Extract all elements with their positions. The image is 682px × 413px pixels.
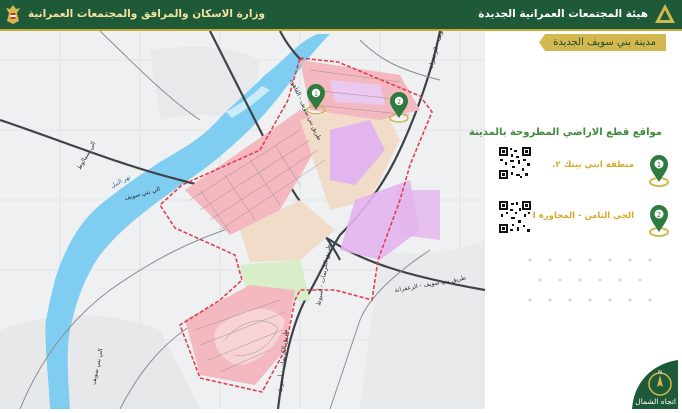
city-map[interactable]: طريق بني سويف - الزعفرانة طريق بني سويف … [0,31,485,409]
location-1-pin-icon: 1 [649,155,669,187]
ministry-block: وزارة الاسكان والمرافق والمجتمعات العمرا… [4,3,265,25]
authority-logo-icon [655,4,675,23]
authority-name: هيئة المجتمعات العمرانية الجديدة [478,8,648,20]
compass-caption: اتجاه الشمال [635,397,676,406]
decorative-dot-pattern [528,258,652,302]
location-1-number: 1 [657,161,661,169]
header-bar: وزارة الاسكان والمرافق والمجتمعات العمرا… [0,0,682,31]
location-1-label[interactable]: منطقة ابني بيتك ٢. [552,160,634,170]
location-1-qr-code-icon[interactable] [498,146,532,180]
eagle-emblem-icon [6,5,20,24]
location-2-number: 2 [657,211,661,219]
map-marker-2-number: 2 [397,99,401,106]
location-2-qr-code-icon[interactable] [498,200,532,234]
authority-block: هيئة المجتمعات العمرانية الجديدة [478,3,676,25]
compass-letter: N [658,370,662,376]
map-canvas: طريق بني سويف - الزعفرانة طريق بني سويف … [0,31,485,409]
map-marker-1-number: 1 [314,91,318,98]
ministry-name: وزارة الاسكان والمرافق والمجتمعات العمرا… [28,8,266,20]
city-name-tab: مدينة بني سويف الجديدة [539,34,666,51]
panel-title: مواقع قطع الاراضي المطروحة بالمدينة [468,127,662,138]
location-2-pin-icon: 2 [649,205,669,237]
